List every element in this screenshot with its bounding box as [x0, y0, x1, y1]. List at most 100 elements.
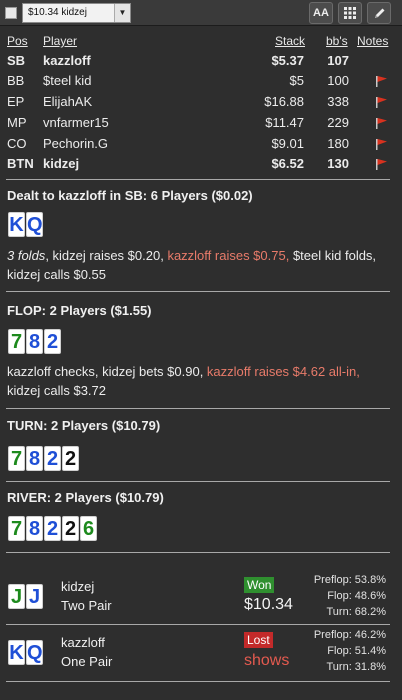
player-name: kidzej	[43, 156, 80, 171]
player-bbs: 229	[327, 115, 349, 130]
loser-cards: KQ	[8, 640, 44, 666]
flag-icon[interactable]	[375, 75, 388, 87]
playing-card: 2	[44, 516, 61, 541]
player-stack: $6.52	[271, 156, 304, 171]
player-name: ElijahAK	[43, 94, 93, 109]
playing-card: 2	[44, 329, 61, 354]
preflop-title: Dealt to kazzloff in SB: 6 Players ($0.0…	[7, 188, 253, 203]
player-stack: $5.37	[271, 53, 304, 68]
playing-card: 7	[8, 446, 25, 471]
header-stack[interactable]: Stack	[275, 34, 305, 48]
shows-label: shows	[244, 652, 290, 669]
section-divider	[6, 624, 390, 625]
flop-actions: kazzloff checks, kidzej bets $0.90, kazz…	[7, 362, 395, 400]
player-pos: CO	[7, 136, 27, 151]
playing-card: 8	[26, 516, 43, 541]
header-bbs[interactable]: bb's	[326, 34, 348, 48]
preflop-action-kidzej-raise: , kidzej raises $0.20,	[45, 248, 168, 263]
player-row[interactable]: MP vnfarmer15 $11.47 229	[0, 113, 402, 134]
flop-cards: 782	[8, 329, 62, 355]
player-row[interactable]: BB $teel kid $5 100	[0, 71, 402, 92]
section-divider	[6, 552, 390, 553]
flag-icon[interactable]	[375, 96, 388, 108]
preflop-actions: 3 folds, kidzej raises $0.20, kazzloff r…	[7, 246, 395, 284]
header-notes[interactable]: Notes	[357, 34, 388, 48]
river-cards: 78226	[8, 516, 98, 542]
flag-icon[interactable]	[375, 158, 388, 170]
player-stack: $11.47	[265, 115, 304, 130]
player-row[interactable]: BTN kidzej $6.52 130	[0, 154, 402, 175]
playing-card: J	[26, 584, 43, 609]
turn-title: TURN: 2 Players ($10.79)	[7, 418, 161, 433]
won-badge: Won	[244, 577, 275, 593]
section-divider	[6, 481, 390, 482]
loser-equity-preflop: Preflop: 46.2%	[313, 629, 386, 641]
flop-action-start: kazzloff checks, kidzej bets $0.90,	[7, 364, 207, 379]
section-divider	[6, 179, 390, 180]
loser-equity-flop: Flop: 51.4%	[327, 645, 386, 657]
player-pos: SB	[7, 53, 26, 68]
won-amount: $10.34	[244, 596, 293, 613]
player-row[interactable]: EP ElijahAK $16.88 338	[0, 92, 402, 113]
winner-equity-preflop: Preflop: 53.8%	[313, 574, 386, 586]
hand-select-value: $10.34 kidzej	[28, 7, 87, 18]
preflop-action-folds: 3 folds	[7, 248, 46, 263]
winner-cards: JJ	[8, 584, 44, 610]
winner-name[interactable]: kidzej	[61, 579, 94, 594]
winner-equity-flop: Flop: 48.6%	[327, 590, 386, 602]
flop-title: FLOP: 2 Players ($1.55)	[7, 303, 152, 318]
section-divider	[6, 681, 390, 682]
hand-select-dropdown[interactable]: $10.34 kidzej ▼	[22, 3, 131, 23]
player-pos: BB	[7, 73, 25, 88]
playing-card: J	[8, 584, 25, 609]
select-checkbox[interactable]	[5, 7, 17, 19]
loser-equity-turn: Turn: 31.8%	[326, 661, 386, 673]
flop-action-hero-raise: kazzloff raises $4.62 all-in,	[206, 364, 360, 379]
player-bbs: 338	[327, 94, 349, 109]
player-pos: BTN	[7, 156, 34, 171]
header-pos[interactable]: Pos	[7, 34, 28, 48]
playing-card: 7	[8, 516, 25, 541]
loser-name[interactable]: kazzloff	[61, 635, 105, 650]
playing-card: 6	[80, 516, 97, 541]
player-bbs: 100	[327, 73, 349, 88]
hole-cards: KQ	[8, 212, 44, 238]
flag-icon[interactable]	[375, 117, 388, 129]
flop-action-rest: kidzej calls $3.72	[7, 383, 106, 398]
playing-card: 8	[26, 446, 43, 471]
player-bbs: 180	[327, 136, 349, 151]
player-bbs: 130	[327, 156, 349, 171]
font-size-button[interactable]: AA	[309, 2, 333, 24]
lost-badge: Lost	[244, 632, 273, 648]
pencil-icon	[374, 8, 384, 18]
player-stack: $16.88	[264, 94, 304, 109]
player-pos: MP	[7, 115, 27, 130]
grid-button[interactable]	[338, 2, 362, 24]
player-name: kazzloff	[43, 53, 91, 68]
river-title: RIVER: 2 Players ($10.79)	[7, 490, 164, 505]
player-name: $teel kid	[43, 73, 92, 88]
playing-card: 2	[62, 446, 79, 471]
player-row[interactable]: CO Pechorin.G $9.01 180	[0, 134, 402, 155]
flag-icon[interactable]	[375, 138, 388, 150]
player-row[interactable]: SB kazzloff $5.37 107	[0, 51, 402, 72]
playing-card: 8	[26, 329, 43, 354]
font-size-icon: AA	[313, 7, 329, 19]
player-stack: $9.01	[271, 136, 304, 151]
playing-card: Q	[26, 212, 43, 237]
playing-card: 7	[8, 329, 25, 354]
winner-hand: Two Pair	[61, 598, 112, 613]
player-stack: $5	[289, 73, 304, 88]
header-player[interactable]: Player	[43, 34, 77, 48]
loser-hand: One Pair	[61, 654, 113, 669]
playing-card: Q	[26, 640, 43, 665]
playing-card: K	[8, 212, 25, 237]
player-name: Pechorin.G	[43, 136, 109, 151]
edit-button[interactable]	[367, 2, 391, 24]
playing-card: 2	[44, 446, 61, 471]
playing-card: K	[8, 640, 25, 665]
player-name: vnfarmer15	[43, 115, 109, 130]
preflop-action-hero-raise: kazzloff raises $0.75,	[167, 248, 290, 263]
chevron-down-icon[interactable]: ▼	[114, 4, 130, 22]
toolbar: $10.34 kidzej ▼ AA	[0, 0, 402, 26]
